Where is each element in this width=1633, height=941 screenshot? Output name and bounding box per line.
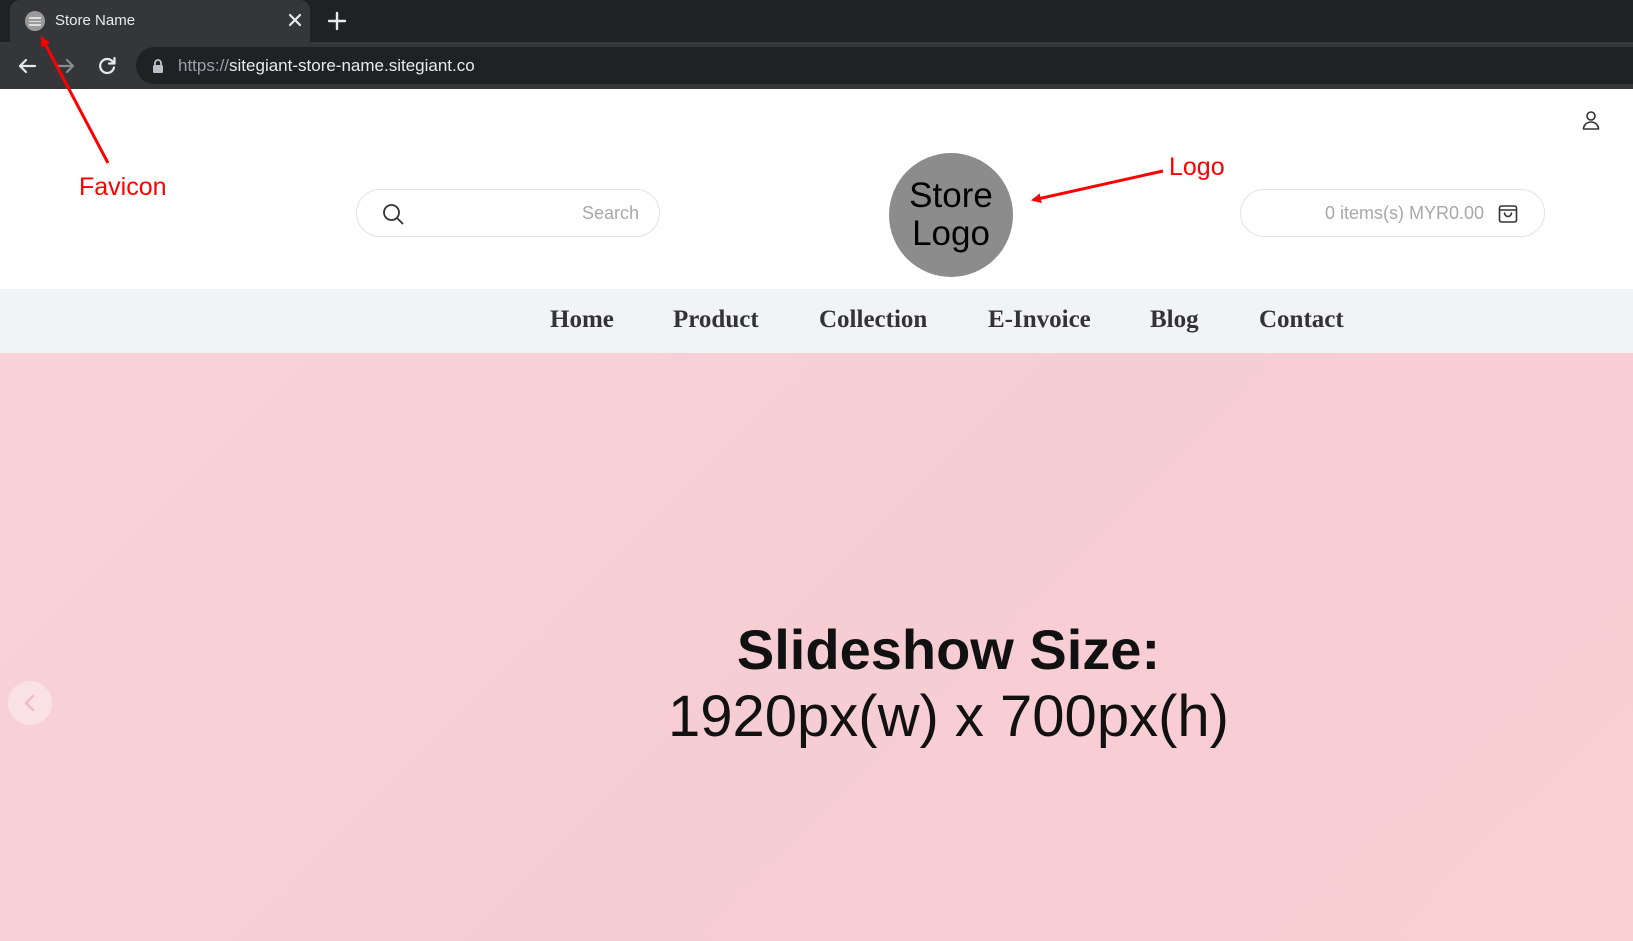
browser-toolbar: https://sitegiant-store-name.sitegiant.c… bbox=[0, 42, 1633, 89]
search-box[interactable] bbox=[356, 189, 660, 237]
nav-item-blog[interactable]: Blog bbox=[1150, 306, 1199, 334]
browser-tab-bar: Store Name bbox=[0, 0, 1633, 42]
chevron-left-icon bbox=[24, 694, 35, 712]
favicon-icon bbox=[25, 11, 45, 31]
back-icon[interactable] bbox=[13, 52, 41, 80]
new-tab-icon[interactable] bbox=[323, 7, 351, 35]
favicon-annotation-label: Favicon bbox=[79, 173, 167, 201]
lock-icon bbox=[153, 59, 163, 73]
account-icon[interactable] bbox=[1580, 109, 1602, 131]
search-input[interactable] bbox=[417, 190, 639, 236]
tab-title: Store Name bbox=[55, 12, 136, 29]
forward-icon[interactable] bbox=[52, 52, 80, 80]
close-tab-icon[interactable] bbox=[282, 7, 308, 33]
logo-line-2: Logo bbox=[912, 214, 990, 253]
store-logo[interactable]: Store Logo bbox=[889, 153, 1013, 277]
url-text: https://sitegiant-store-name.sitegiant.c… bbox=[178, 56, 475, 75]
nav-item-product[interactable]: Product bbox=[673, 306, 759, 334]
address-bar[interactable]: https://sitegiant-store-name.sitegiant.c… bbox=[136, 47, 1633, 84]
cart-summary: 0 items(s) MYR0.00 bbox=[1324, 203, 1484, 223]
hero-subtitle: 1920px(w) x 700px(h) bbox=[668, 684, 1229, 749]
search-icon[interactable] bbox=[381, 202, 405, 226]
browser-tab[interactable]: Store Name bbox=[10, 0, 310, 42]
nav-item-contact[interactable]: Contact bbox=[1259, 306, 1344, 334]
store-page: Store Logo 0 items(s) MYR0.00 Home Produ… bbox=[0, 89, 1633, 941]
logo-annotation-label: Logo bbox=[1169, 153, 1225, 181]
nav-item-e-invoice[interactable]: E-Invoice bbox=[988, 306, 1091, 334]
hero-slideshow: Slideshow Size: 1920px(w) x 700px(h) bbox=[0, 353, 1633, 941]
hero-title: Slideshow Size: bbox=[736, 618, 1161, 681]
nav-item-collection[interactable]: Collection bbox=[819, 306, 927, 334]
nav-item-home[interactable]: Home bbox=[550, 306, 614, 334]
main-navigation: Home Product Collection E-Invoice Blog C… bbox=[0, 289, 1633, 353]
cart-button[interactable]: 0 items(s) MYR0.00 bbox=[1240, 189, 1545, 237]
slideshow-prev-button[interactable] bbox=[8, 681, 52, 725]
logo-line-1: Store bbox=[909, 176, 993, 215]
shopping-bag-icon bbox=[1498, 205, 1518, 223]
reload-icon[interactable] bbox=[93, 52, 121, 80]
